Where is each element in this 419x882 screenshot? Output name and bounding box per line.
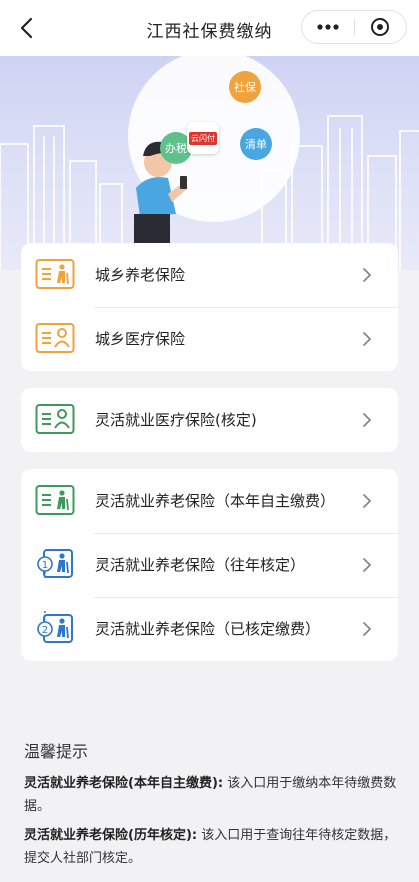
menu-item-urban-rural-medical[interactable]: 城乡医疗保险 xyxy=(21,307,398,371)
banner-illustration: 办税 社保 清单 云闪付 xyxy=(0,56,419,270)
menu-item-label: 城乡养老保险 xyxy=(95,266,186,284)
chevron-right-icon xyxy=(363,494,372,508)
menu-item-label: 灵活就业养老保险（已核定缴费） xyxy=(95,620,321,638)
step-number: 1 xyxy=(42,560,48,571)
card-flexible-medical: 灵活就业医疗保险(核定) xyxy=(21,388,398,452)
pension-card-icon xyxy=(35,259,75,289)
card-flexible-pension: 灵活就业养老保险（本年自主缴费） 1 灵活就业养老保险（往年核定） 2 灵活就业… xyxy=(21,469,398,661)
close-button[interactable] xyxy=(354,11,406,43)
menu-item-urban-rural-pension[interactable]: 城乡养老保险 xyxy=(21,243,398,307)
pension-card-icon xyxy=(35,485,75,515)
chevron-right-icon xyxy=(363,413,372,427)
menu-item-flexible-pension-past-years[interactable]: 1 灵活就业养老保险（往年核定） xyxy=(21,533,398,597)
card-urban-rural: 城乡养老保险 城乡医疗保险 xyxy=(21,243,398,371)
step-number: 2 xyxy=(42,625,48,636)
bubble-list: 清单 xyxy=(240,128,272,160)
menu-item-label: 灵活就业医疗保险(核定) xyxy=(95,411,257,429)
city-skyline-illustration xyxy=(0,56,419,270)
medical-card-icon xyxy=(35,323,75,353)
menu-item-flexible-pension-verified[interactable]: 2 灵活就业养老保险（已核定缴费） xyxy=(21,597,398,661)
step-2-pension-icon: 2 xyxy=(37,611,73,643)
chevron-right-icon xyxy=(363,332,372,346)
tip-item: 灵活就业养老保险(历年核定): 该入口用于查询往年待核定数据，提交人社部门核定。 xyxy=(24,824,404,870)
unionpay-app-badge: 云闪付 xyxy=(187,122,219,154)
menu-item-flexible-pension-current-year[interactable]: 灵活就业养老保险（本年自主缴费） xyxy=(21,469,398,533)
menu-item-label: 城乡医疗保险 xyxy=(95,330,186,348)
more-button[interactable] xyxy=(302,11,354,43)
step-1-pension-icon: 1 xyxy=(37,549,73,580)
chevron-right-icon xyxy=(363,558,372,572)
mini-program-capsule xyxy=(301,10,407,44)
tip-item: 灵活就业养老保险(本年自主缴费): 该入口用于缴纳本年待缴费数据。 xyxy=(24,772,404,818)
chevron-right-icon xyxy=(363,622,372,636)
menu-item-label: 灵活就业养老保险（本年自主缴费） xyxy=(95,492,336,510)
tips-title: 温馨提示 xyxy=(24,742,89,761)
medical-card-icon xyxy=(35,404,75,434)
bubble-social-security: 社保 xyxy=(229,71,261,103)
menu-item-flexible-medical[interactable]: 灵活就业医疗保险(核定) xyxy=(21,388,398,452)
chevron-right-icon xyxy=(363,268,372,282)
tip-item-name: 灵活就业养老保险(历年核定): xyxy=(24,828,198,843)
more-dots-icon xyxy=(317,24,339,30)
tip-item-name: 灵活就业养老保险(本年自主缴费): xyxy=(24,776,224,791)
close-circle-icon xyxy=(371,18,389,36)
nav-bar: 江西社保费缴纳 xyxy=(0,0,419,56)
menu-item-label: 灵活就业养老保险（往年核定） xyxy=(95,556,306,574)
tips-section: 温馨提示 灵活就业养老保险(本年自主缴费): 该入口用于缴纳本年待缴费数据。 灵… xyxy=(24,738,404,876)
